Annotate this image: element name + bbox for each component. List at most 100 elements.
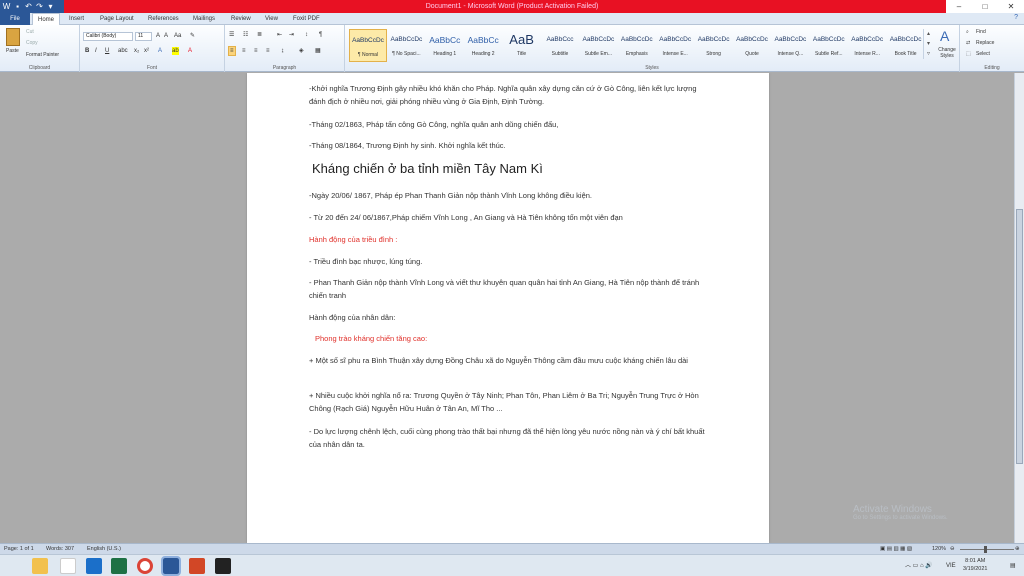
- maximize-icon[interactable]: □: [972, 0, 998, 13]
- document-paragraph[interactable]: + Nhiều cuộc khởi nghĩa nổ ra: Trương Qu…: [309, 389, 709, 415]
- grow-font-icon[interactable]: A: [156, 32, 160, 40]
- paste-button[interactable]: Paste: [6, 48, 19, 54]
- document-paragraph[interactable]: + Một số sĩ phu ra Bình Thuận xây dựng Đ…: [309, 354, 709, 367]
- clear-formatting-icon[interactable]: ✎: [190, 32, 195, 40]
- shading-icon[interactable]: ◈: [299, 47, 304, 55]
- tab-page-layout[interactable]: Page Layout: [100, 13, 134, 25]
- document-paragraph[interactable]: - Do lực lượng chênh lệch, cuối cùng pho…: [309, 425, 709, 451]
- document-paragraph[interactable]: -Tháng 02/1863, Pháp tấn công Gò Công, n…: [309, 118, 709, 131]
- style-item[interactable]: AaBbCcDc Subtle Ref...: [810, 29, 848, 62]
- document-paragraph[interactable]: Phong trào kháng chiến tăng cao:: [315, 332, 715, 345]
- subscript-icon[interactable]: x₂: [134, 47, 139, 55]
- file-explorer-icon[interactable]: [32, 558, 48, 574]
- tab-foxit-pdf[interactable]: Foxit PDF: [293, 13, 320, 25]
- style-item[interactable]: AaBbCcDc Intense R...: [848, 29, 886, 62]
- input-language[interactable]: VIE: [946, 555, 956, 576]
- mail-icon[interactable]: [86, 558, 102, 574]
- minimize-icon[interactable]: –: [946, 0, 972, 13]
- line-spacing-icon[interactable]: ↨: [281, 47, 284, 55]
- style-item[interactable]: AaBbCcDc Intense E...: [656, 29, 694, 62]
- zoom-slider-thumb[interactable]: [984, 546, 987, 553]
- notifications-icon[interactable]: ▤: [1010, 555, 1016, 576]
- document-paragraph[interactable]: -Khởi nghĩa Trương Định gây nhiều khó kh…: [309, 82, 709, 108]
- style-preview: AaBbCcDc: [390, 36, 423, 43]
- style-item[interactable]: AaBbCcDc Subtle Em...: [579, 29, 617, 62]
- clock[interactable]: 8:01 AM 3/19/2021: [963, 557, 987, 573]
- shrink-font-icon[interactable]: A: [164, 32, 168, 40]
- style-item[interactable]: AaBbCc Heading 1: [426, 29, 464, 62]
- format-painter-button[interactable]: Format Painter: [26, 52, 59, 58]
- chrome-icon[interactable]: [137, 558, 153, 574]
- find-button[interactable]: Find: [976, 29, 986, 35]
- cut-button[interactable]: Cut: [26, 29, 34, 35]
- styles-scroll[interactable]: ▴ ▾ ▿: [923, 29, 933, 59]
- word-taskbar-icon[interactable]: [161, 556, 181, 576]
- change-case-icon[interactable]: Aa: [174, 32, 181, 40]
- tab-mailings[interactable]: Mailings: [193, 13, 215, 25]
- style-item[interactable]: AaBbCcc Subtitle: [541, 29, 579, 62]
- bold-icon[interactable]: B: [85, 47, 89, 55]
- text-effects-icon[interactable]: A: [158, 47, 162, 55]
- underline-icon[interactable]: U: [105, 47, 109, 55]
- document-paragraph[interactable]: -Ngày 20/06/ 1867, Pháp ép Phan Thanh Gi…: [309, 189, 709, 202]
- highlight-icon[interactable]: ab: [172, 47, 179, 55]
- replace-button[interactable]: Replace: [976, 40, 994, 46]
- font-family-select[interactable]: Calibri (Body): [83, 32, 133, 41]
- scrollbar-thumb[interactable]: [1016, 209, 1023, 464]
- style-name: Heading 1: [433, 51, 457, 57]
- style-preview: AaBbCcDc: [582, 36, 615, 43]
- style-item[interactable]: AaBbCcDc Strong: [695, 29, 733, 62]
- vertical-scrollbar[interactable]: [1014, 73, 1024, 543]
- tab-insert[interactable]: Insert: [69, 13, 84, 25]
- section-heading[interactable]: Kháng chiến ở ba tỉnh miền Tây Nam Kì: [312, 161, 543, 176]
- multilevel-list-icon[interactable]: ≣: [257, 31, 262, 39]
- copy-button[interactable]: Copy: [26, 40, 38, 46]
- borders-icon[interactable]: ▦: [315, 47, 321, 55]
- strikethrough-icon[interactable]: abc: [118, 47, 128, 55]
- style-item[interactable]: AaB Title: [503, 29, 541, 62]
- zoom-slider[interactable]: [960, 549, 1014, 550]
- document-paragraph[interactable]: Hành động của triều đình :: [309, 233, 709, 246]
- increase-indent-icon[interactable]: ⇥: [289, 31, 294, 39]
- align-center-icon[interactable]: ≡: [242, 47, 246, 55]
- style-item[interactable]: AaBbCcDc Intense Q...: [771, 29, 809, 62]
- tab-references[interactable]: References: [148, 13, 179, 25]
- tab-file[interactable]: File: [0, 13, 30, 25]
- bullets-icon[interactable]: ☰: [229, 31, 234, 39]
- select-button[interactable]: Select: [976, 51, 990, 57]
- document-page[interactable]: -Khởi nghĩa Trương Định gây nhiều khó kh…: [247, 73, 769, 543]
- style-item[interactable]: AaBbCcDc Book Title: [887, 29, 925, 62]
- document-paragraph[interactable]: - Phan Thanh Giản nộp thành Vĩnh Long và…: [309, 276, 709, 302]
- change-styles-button[interactable]: Change Styles: [935, 47, 959, 59]
- style-item[interactable]: AaBbCc Heading 2: [464, 29, 502, 62]
- powerpoint-icon[interactable]: [189, 558, 205, 574]
- store-icon[interactable]: [60, 558, 76, 574]
- font-color-icon[interactable]: A: [188, 47, 192, 55]
- align-left-icon[interactable]: ≡: [228, 46, 236, 56]
- tray-icons[interactable]: ︿ ▭ ⌂ 🔊: [905, 555, 933, 576]
- tab-view[interactable]: View: [265, 13, 278, 25]
- italic-icon[interactable]: I: [95, 47, 97, 55]
- align-right-icon[interactable]: ≡: [254, 47, 258, 55]
- app-icon[interactable]: [215, 558, 231, 574]
- style-item[interactable]: AaBbCcDc ¶ No Spaci...: [387, 29, 425, 62]
- sort-icon[interactable]: ↕: [305, 31, 308, 39]
- tab-home[interactable]: Home: [32, 13, 61, 25]
- font-size-select[interactable]: 11: [135, 32, 152, 41]
- style-item[interactable]: AaBbCcDc Quote: [733, 29, 771, 62]
- style-item[interactable]: AaBbCcDc Emphasis: [618, 29, 656, 62]
- help-icon[interactable]: ?: [1014, 14, 1018, 21]
- decrease-indent-icon[interactable]: ⇤: [277, 31, 282, 39]
- document-paragraph[interactable]: -Tháng 08/1864, Trương Định hy sinh. Khở…: [309, 139, 709, 152]
- superscript-icon[interactable]: x²: [144, 47, 149, 55]
- excel-icon[interactable]: [111, 558, 127, 574]
- document-paragraph[interactable]: - Từ 20 đến 24/ 06/1867,Pháp chiếm Vĩnh …: [309, 211, 709, 224]
- document-paragraph[interactable]: Hành động của nhân dân:: [309, 311, 709, 324]
- justify-icon[interactable]: ≡: [266, 47, 270, 55]
- tab-review[interactable]: Review: [231, 13, 251, 25]
- style-item[interactable]: AaBbCcDc ¶ Normal: [349, 29, 387, 62]
- close-icon[interactable]: ✕: [998, 0, 1024, 13]
- numbering-icon[interactable]: ☷: [243, 31, 248, 39]
- document-paragraph[interactable]: - Triều đình bạc nhược, lúng túng.: [309, 255, 709, 268]
- show-hide-icon[interactable]: ¶: [319, 31, 322, 39]
